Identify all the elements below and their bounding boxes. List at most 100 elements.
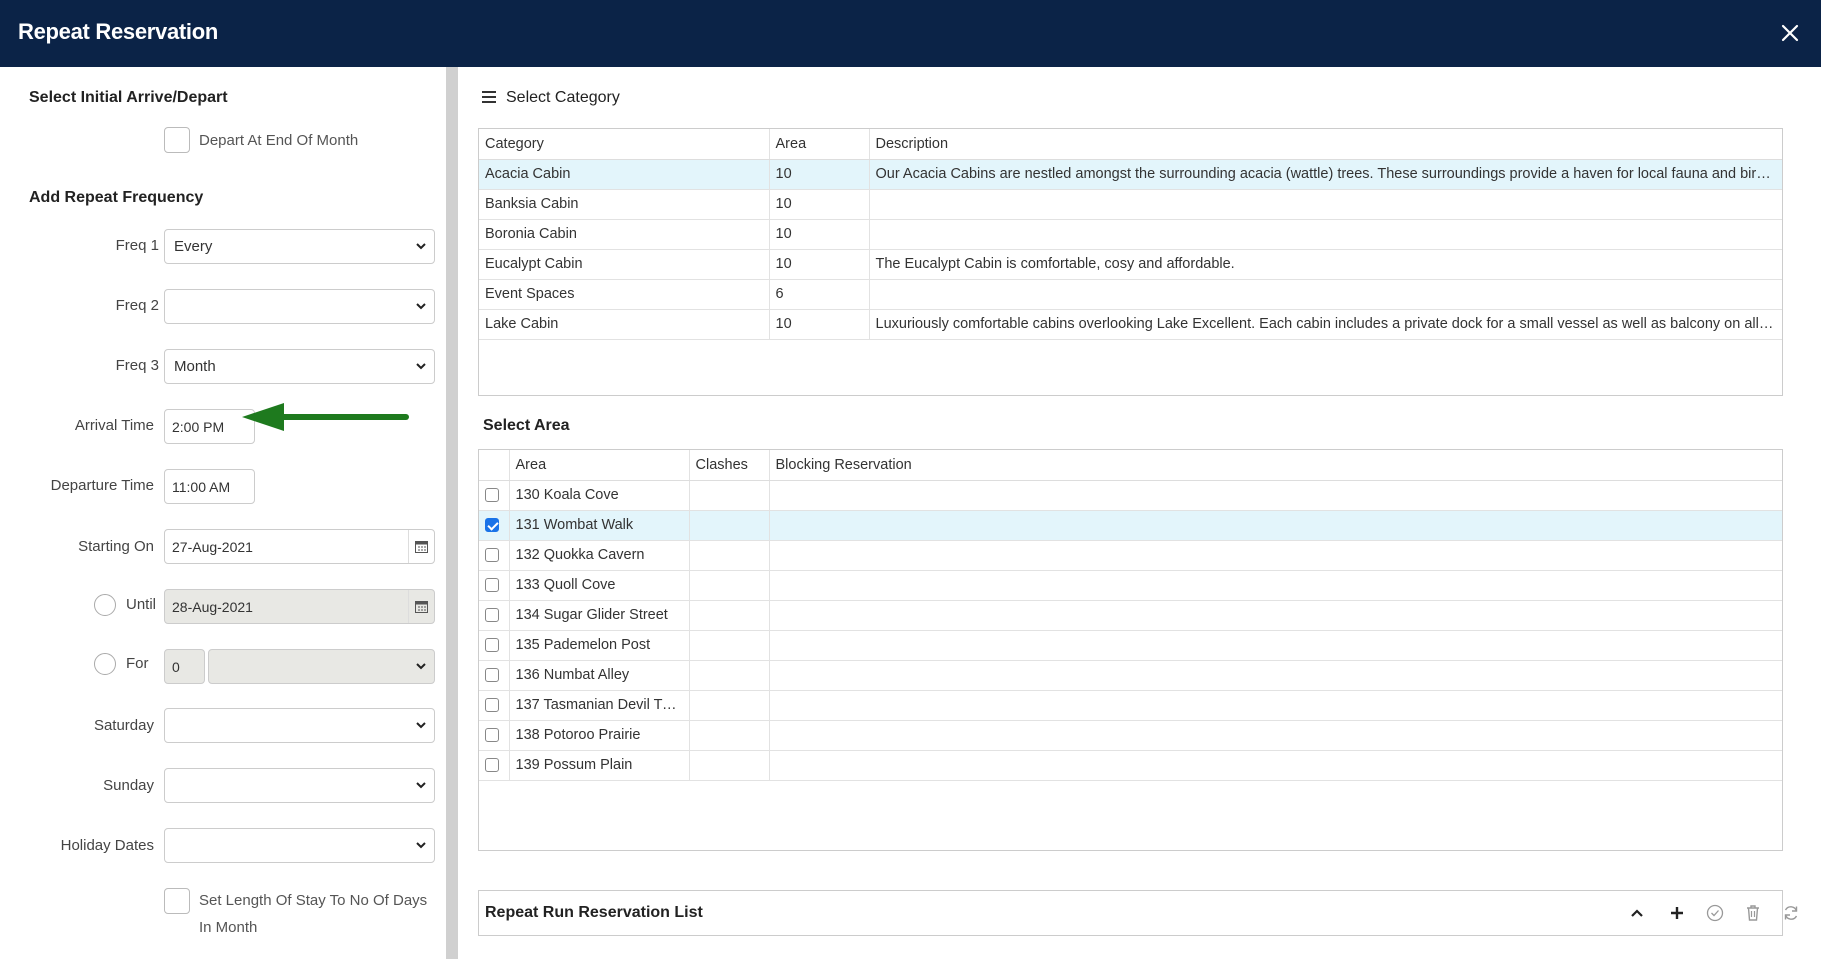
cell-clashes	[689, 480, 770, 511]
chevron-up-icon[interactable]	[1625, 901, 1649, 925]
cell-area: 10	[769, 219, 870, 250]
cell-area: 135 Pademelon Post	[509, 630, 690, 661]
cell-area: 133 Quoll Cove	[509, 570, 690, 601]
freq2-select[interactable]	[164, 289, 435, 324]
cell-area: 130 Koala Cove	[509, 480, 690, 511]
until-radio[interactable]	[94, 594, 116, 616]
select-category-title: Select Category	[506, 89, 620, 106]
depart-end-of-month-checkbox[interactable]	[164, 127, 190, 153]
table-row[interactable]: 130 Koala Cove	[479, 480, 1782, 511]
freq3-select[interactable]: Month	[164, 349, 435, 384]
refresh-icon[interactable]	[1779, 901, 1803, 925]
for-unit-select[interactable]	[208, 649, 435, 684]
cell-checkbox	[479, 630, 510, 661]
cell-blocking-reservation	[769, 630, 1782, 661]
calendar-icon[interactable]	[408, 590, 434, 623]
area-row-checkbox[interactable]	[485, 608, 499, 623]
departure-time-value: 11:00 AM	[172, 479, 231, 495]
cell-blocking-reservation	[769, 660, 1782, 691]
for-count-value: 0	[172, 659, 180, 675]
cell-area: 10	[769, 249, 870, 280]
sunday-select[interactable]	[164, 768, 435, 803]
until-date-input[interactable]: 28-Aug-2021	[164, 589, 435, 624]
chevron-down-icon	[416, 243, 426, 250]
area-table: Area Clashes Blocking Reservation 130 Ko…	[478, 449, 1783, 851]
set-length-of-stay-checkbox[interactable]	[164, 888, 190, 914]
window-title: Repeat Reservation	[18, 19, 219, 44]
area-row-checkbox[interactable]	[485, 758, 499, 773]
departure-time-input[interactable]: 11:00 AM	[164, 469, 255, 504]
area-row-checkbox[interactable]	[485, 668, 499, 683]
for-count-input[interactable]: 0	[164, 649, 205, 684]
until-label: Until	[126, 596, 157, 613]
area-row-checkbox[interactable]	[485, 578, 499, 593]
calendar-icon[interactable]	[408, 530, 434, 563]
saturday-select[interactable]	[164, 708, 435, 743]
table-row[interactable]: Acacia Cabin 10 Our Acacia Cabins are nest…	[479, 159, 1782, 190]
table-row[interactable]: 135 Pademelon Post	[479, 630, 1782, 661]
starting-on-label: Starting On	[78, 538, 154, 555]
column-header-area[interactable]: Area	[769, 129, 870, 160]
cell-checkbox	[479, 720, 510, 751]
table-row[interactable]: 133 Quoll Cove	[479, 570, 1782, 601]
table-row[interactable]: 134 Sugar Glider Street	[479, 600, 1782, 631]
table-row[interactable]: Eucalypt Cabin 10 The Eucalypt Cabin is co…	[479, 249, 1782, 280]
for-label: For	[126, 655, 149, 672]
area-row-checkbox[interactable]	[485, 518, 499, 533]
table-row[interactable]: 136 Numbat Alley	[479, 660, 1782, 691]
cell-checkbox	[479, 540, 510, 571]
table-row[interactable]: 132 Quokka Cavern	[479, 540, 1782, 571]
set-length-of-stay-label: Set Length Of Stay To No Of Days	[199, 892, 428, 909]
area-row-checkbox[interactable]	[485, 728, 499, 743]
column-header-area[interactable]: Area	[509, 450, 690, 481]
area-row-checkbox[interactable]	[485, 548, 499, 563]
check-circle-icon[interactable]	[1703, 901, 1727, 925]
table-row[interactable]: Banksia Cabin 10	[479, 189, 1782, 220]
for-radio[interactable]	[94, 653, 116, 675]
sunday-label: Sunday	[103, 777, 154, 794]
holiday-dates-select[interactable]	[164, 828, 435, 863]
cell-blocking-reservation	[769, 480, 1782, 511]
column-header-category[interactable]: Category	[479, 129, 770, 160]
table-row[interactable]: Event Spaces 6	[479, 279, 1782, 310]
area-header-row: Area Clashes Blocking Reservation	[479, 450, 1782, 481]
table-row[interactable]: 137 Tasmanian Devil Turnpike	[479, 690, 1782, 721]
cell-clashes	[689, 630, 770, 661]
trash-icon[interactable]	[1741, 901, 1765, 925]
cell-checkbox	[479, 660, 510, 691]
table-row[interactable]: 131 Wombat Walk	[479, 510, 1782, 541]
cell-description	[869, 219, 1782, 250]
departure-time-label: Departure Time	[50, 477, 154, 494]
cell-clashes	[689, 660, 770, 691]
table-row[interactable]: 139 Possum Plain	[479, 750, 1782, 781]
table-row[interactable]: 138 Potoroo Prairie	[479, 720, 1782, 751]
add-icon[interactable]	[1665, 901, 1689, 925]
cell-blocking-reservation	[769, 720, 1782, 751]
table-row[interactable]: Boronia Cabin 10	[479, 219, 1782, 250]
annotation-arrow-icon	[242, 403, 409, 431]
cell-area: 137 Tasmanian Devil Turnpike	[509, 690, 690, 721]
column-header-blocking-reservation[interactable]: Blocking Reservation	[769, 450, 1782, 481]
cell-description	[869, 279, 1782, 310]
area-row-checkbox[interactable]	[485, 698, 499, 713]
cell-blocking-reservation	[769, 600, 1782, 631]
panel-divider[interactable]	[446, 67, 458, 959]
cell-blocking-reservation	[769, 690, 1782, 721]
freq1-select[interactable]: Every	[164, 229, 435, 264]
close-icon[interactable]	[1781, 20, 1799, 46]
chevron-down-icon	[416, 663, 426, 670]
cell-category: Boronia Cabin	[479, 219, 770, 250]
starting-on-input[interactable]: 27-Aug-2021	[164, 529, 435, 564]
cell-checkbox	[479, 600, 510, 631]
area-row-checkbox[interactable]	[485, 488, 499, 503]
cell-blocking-reservation	[769, 540, 1782, 571]
menu-icon[interactable]	[482, 91, 496, 103]
chevron-down-icon	[416, 303, 426, 310]
column-header-description[interactable]: Description	[869, 129, 1782, 160]
table-row[interactable]: Lake Cabin 10 Luxuriously comfortable cabi…	[479, 309, 1782, 340]
arrival-time-value: 2:00 PM	[172, 419, 225, 435]
area-row-checkbox[interactable]	[485, 638, 499, 653]
cell-checkbox	[479, 690, 510, 721]
cell-area: 10	[769, 159, 870, 190]
column-header-clashes[interactable]: Clashes	[689, 450, 770, 481]
